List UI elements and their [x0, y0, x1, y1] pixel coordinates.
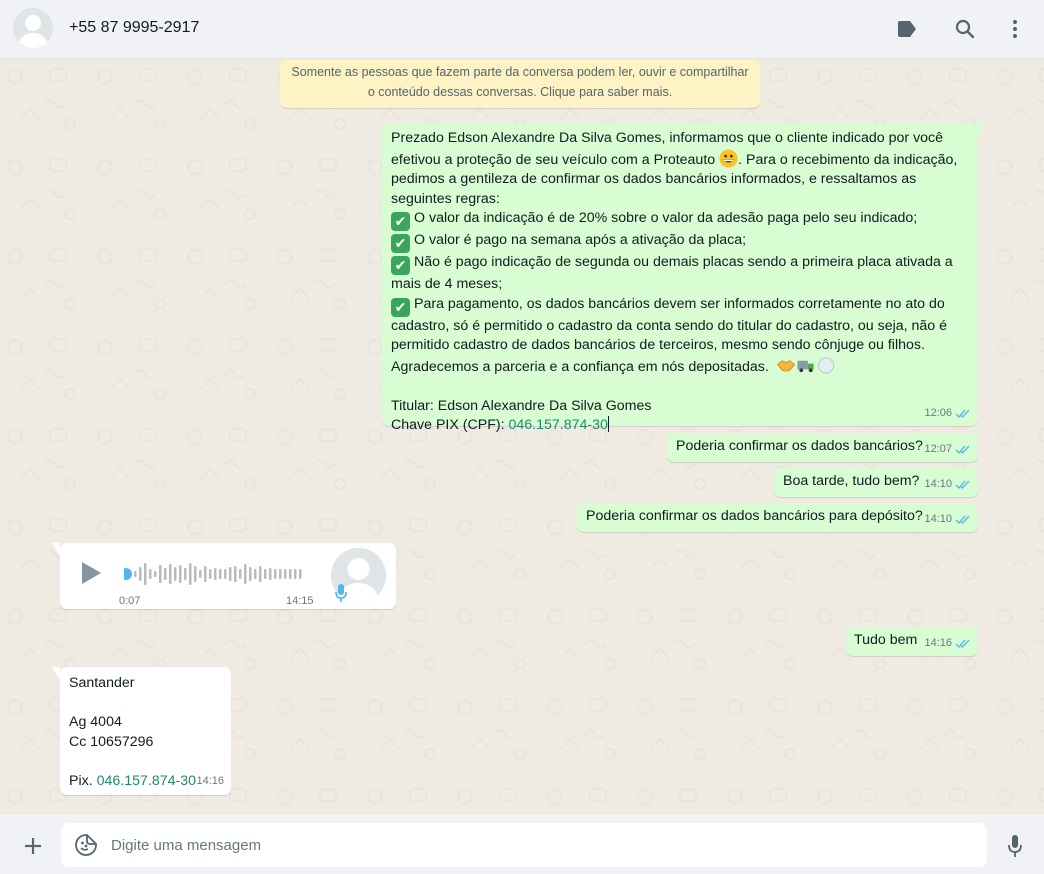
- composer-bar: [0, 815, 1044, 874]
- message-time: 12:07: [924, 442, 952, 455]
- message-meta: 14:10: [924, 510, 971, 530]
- msg-line: Cc 10657296: [69, 733, 154, 750]
- msg-text: Agradecemos a parceria e a confiança em …: [391, 358, 769, 375]
- message-text: Poderia confirmar os dados bancários par…: [586, 508, 923, 524]
- message-time: 12:06: [924, 406, 952, 419]
- msg-line: Santander: [69, 675, 135, 691]
- message-bubble-outgoing[interactable]: Tudo bem 14:16: [846, 627, 978, 656]
- msg-line: Agradecemos a parceria e a confiança em …: [391, 356, 968, 378]
- message-bubble-outgoing[interactable]: Poderia confirmar os dados bancários par…: [577, 503, 978, 532]
- rule-item: ✔ O valor da indicação é de 20% sobre o v…: [391, 209, 968, 231]
- pix-link[interactable]: 046.157.874-30: [97, 773, 196, 789]
- message-input-container[interactable]: [61, 823, 987, 867]
- check-mark-button-icon: ✔: [391, 234, 410, 253]
- microphone-icon: [335, 584, 347, 602]
- rule-item: ✔ Para pagamento, os dados bancários deve…: [391, 295, 968, 317]
- message-text: Boa tarde, tudo bem?: [783, 473, 920, 489]
- message-bubble-outgoing[interactable]: Boa tarde, tudo bem? 14:10: [774, 468, 978, 497]
- message-bubble-outgoing[interactable]: Poderia confirmar os dados bancários? 12…: [667, 433, 978, 462]
- message-meta: 14:16: [924, 634, 971, 654]
- menu-kebab-icon[interactable]: [1000, 14, 1030, 44]
- chat-header: +55 87 9995-2917: [0, 0, 1044, 59]
- grinning-face-emoji-icon: [719, 148, 738, 168]
- msg-line: seguintes regras:: [391, 190, 500, 207]
- message-text: Tudo bem: [854, 632, 918, 648]
- double-check-read-icon: [955, 445, 970, 454]
- play-icon[interactable]: [80, 561, 102, 585]
- message-time: 14:10: [924, 512, 952, 525]
- text-cursor: [607, 416, 609, 432]
- message-bubble-outgoing[interactable]: Prezado Edson Alexandre Da Silva Gomes, …: [382, 123, 986, 433]
- check-mark-button-icon: ✔: [391, 297, 410, 317]
- msg-line: mais de 4 meses;: [391, 276, 503, 292]
- message-time: 14:10: [924, 477, 952, 490]
- avatar-default-icon: [13, 8, 53, 48]
- message-time: 14:15: [286, 595, 314, 607]
- contact-name[interactable]: +55 87 9995-2917: [69, 19, 199, 37]
- rule-item: ✔ Não é pago indicação de segunda ou dema…: [391, 253, 968, 275]
- msg-line: cadastro, só é permitido o cadastro da c…: [391, 317, 948, 334]
- double-check-read-icon: [955, 515, 970, 524]
- rule-text: Não é pago indicação de segunda ou demai…: [414, 254, 953, 270]
- chat-area[interactable]: Somente as pessoas que fazem parte da co…: [0, 59, 1044, 815]
- double-check-read-icon: [955, 480, 970, 489]
- contact-avatar[interactable]: [13, 8, 53, 48]
- message-time: 14:16: [196, 774, 224, 787]
- msg-line: Ag 4004: [69, 714, 122, 730]
- attach-plus-icon[interactable]: [18, 831, 48, 861]
- msg-text: Chave PIX (CPF):: [391, 417, 509, 433]
- voice-record-microphone-icon[interactable]: [1001, 831, 1029, 861]
- check-mark-button-icon: ✔: [391, 256, 410, 275]
- truck-emoji-icon: [797, 360, 814, 372]
- msg-text: efetivou a proteção de seu veículo com a…: [391, 151, 720, 168]
- msg-line: Titular: Edson Alexandre Da Silva Gomes: [391, 397, 652, 414]
- msg-line: Prezado Edson Alexandre Da Silva Gomes, …: [391, 130, 944, 146]
- message-time: 14:16: [924, 636, 952, 649]
- message-meta: 12:07: [924, 440, 971, 460]
- notice-line-1: Somente as pessoas que fazem parte da co…: [291, 65, 749, 79]
- audio-duration: 0:07: [119, 595, 141, 607]
- rule-text: O valor é pago na semana após a ativação…: [414, 232, 747, 248]
- sparkle-emoji-icon: [817, 356, 834, 374]
- message-meta: 12:06: [924, 404, 971, 424]
- audio-waveform[interactable]: [124, 560, 304, 588]
- message-input[interactable]: [111, 823, 971, 867]
- message-bubble-incoming[interactable]: Santander Ag 4004 Cc 10657296 Pix. 046.1…: [52, 667, 231, 795]
- sticker-emoji-icon[interactable]: [74, 833, 98, 857]
- message-meta: 14:10: [924, 475, 971, 495]
- audio-scrubber-handle[interactable]: [124, 568, 132, 580]
- rule-text: Para pagamento, os dados bancários devem…: [414, 295, 945, 312]
- msg-text: . Para o recebimento da indicação,: [738, 151, 958, 168]
- rule-text: O valor da indicação é de 20% sobre o va…: [414, 210, 918, 226]
- msg-line: efetivou a proteção de seu veículo com a…: [391, 148, 968, 171]
- handshake-emoji-icon: [776, 359, 795, 372]
- msg-line: permitido cadastro de dados bancários de…: [391, 337, 925, 353]
- encryption-notice[interactable]: Somente as pessoas que fazem parte da co…: [280, 60, 760, 108]
- pix-link[interactable]: 046.157.874-30: [508, 417, 607, 433]
- message-text: Poderia confirmar os dados bancários?: [676, 438, 923, 454]
- msg-line: pedimos a gentileza de confirmar os dado…: [391, 171, 917, 187]
- audio-message-incoming[interactable]: 0:07 14:15: [52, 543, 396, 609]
- double-check-read-icon: [955, 639, 970, 648]
- msg-text: Pix.: [69, 772, 97, 789]
- check-mark-button-icon: ✔: [391, 212, 410, 231]
- search-icon[interactable]: [950, 14, 980, 44]
- notice-line-2: o conteúdo dessas conversas. Clique para…: [367, 85, 673, 99]
- rule-item: ✔ O valor é pago na semana após a ativaçã…: [391, 231, 968, 253]
- double-check-read-icon: [955, 409, 970, 418]
- label-icon[interactable]: [892, 14, 922, 44]
- message-meta: 14:16: [196, 772, 224, 792]
